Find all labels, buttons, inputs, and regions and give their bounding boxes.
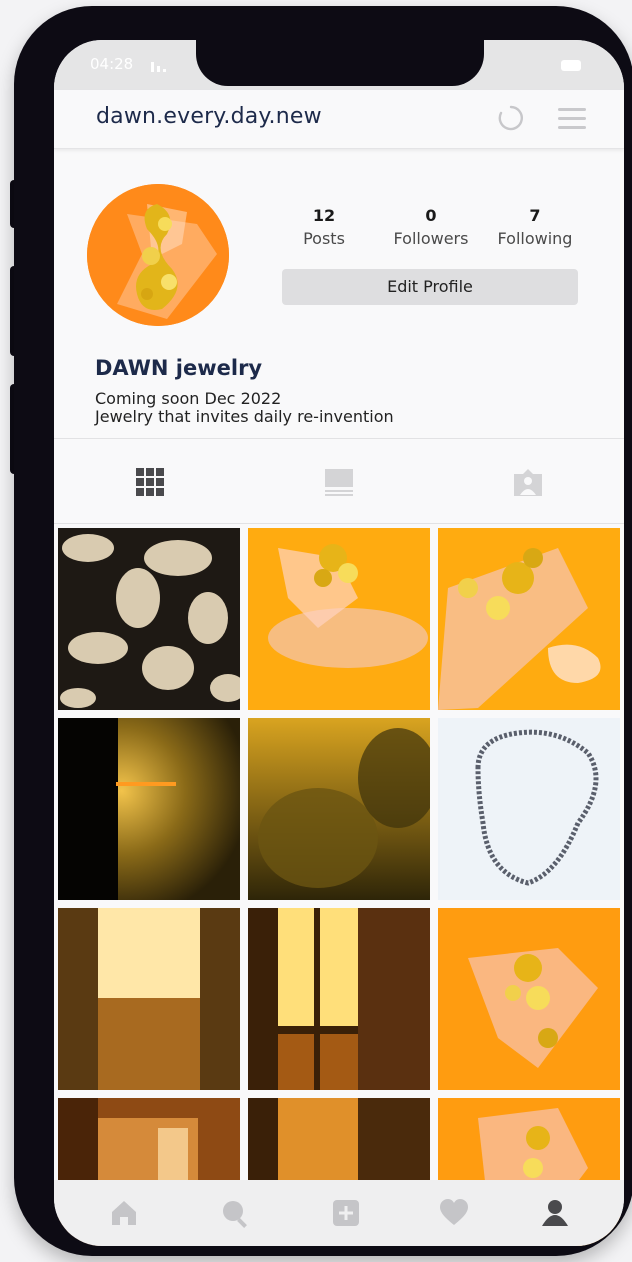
tagged-icon[interactable] (512, 466, 544, 498)
stat-following-label: Following (497, 229, 573, 248)
post-thumbnail[interactable] (438, 908, 620, 1090)
stat-followers-label: Followers (393, 229, 469, 248)
avatar[interactable] (87, 184, 229, 326)
refresh-icon[interactable] (497, 104, 525, 132)
status-time: 04:28 (90, 55, 134, 73)
bio-line-1: Coming soon Dec 2022 (95, 389, 282, 408)
post-thumbnail[interactable] (58, 908, 240, 1090)
signal-icon (151, 60, 169, 72)
post-thumbnail[interactable] (248, 718, 430, 900)
menu-icon[interactable] (558, 108, 586, 130)
ring-render-image (438, 528, 620, 710)
bio-line-2: Jewelry that invites daily re-invention (95, 407, 394, 426)
stat-posts-value: 12 (312, 206, 336, 225)
bottom-navigation (54, 1180, 624, 1246)
phone-screen: 04:28 dawn.every.day.new 12 Posts 0 Foll… (54, 40, 624, 1246)
window-frame-image (248, 908, 430, 1090)
sunlit-leaves-image (248, 718, 430, 900)
stat-posts-label: Posts (303, 229, 345, 248)
post-thumbnail[interactable] (248, 908, 430, 1090)
profile-icon[interactable] (540, 1198, 570, 1228)
phone-frame: 04:28 dawn.every.day.new 12 Posts 0 Foll… (14, 6, 632, 1256)
post-thumbnail[interactable] (248, 528, 430, 710)
shadow-pattern-image (58, 528, 240, 710)
home-icon[interactable] (109, 1198, 139, 1228)
feed-icon[interactable] (323, 466, 355, 498)
post-thumbnail[interactable] (438, 528, 620, 710)
divider (54, 523, 624, 524)
post-thumbnail[interactable] (438, 718, 620, 900)
necklace-sketch-image (438, 718, 620, 900)
pendant-render-image (438, 908, 620, 1090)
search-icon[interactable] (220, 1198, 250, 1228)
stat-following[interactable]: 7 Following (490, 206, 580, 248)
stat-posts[interactable]: 12 Posts (294, 206, 354, 248)
phone-notch (196, 30, 484, 86)
bio: Coming soon Dec 2022 Jewelry that invite… (95, 390, 394, 426)
sunrise-bushes-image (58, 718, 240, 900)
profile-tabs (54, 439, 624, 523)
avatar-jewelry-image (87, 184, 229, 326)
add-post-icon[interactable] (331, 1198, 361, 1228)
battery-icon (561, 60, 581, 71)
username-title: dawn.every.day.new (96, 104, 322, 129)
display-name: DAWN jewelry (95, 356, 263, 380)
post-thumbnail[interactable] (58, 718, 240, 900)
stat-followers[interactable]: 0 Followers (386, 206, 476, 248)
edit-profile-button[interactable]: Edit Profile (282, 269, 578, 305)
heart-icon[interactable] (439, 1198, 469, 1228)
post-thumbnail[interactable] (58, 528, 240, 710)
profile-header: dawn.every.day.new (54, 90, 624, 149)
stat-following-value: 7 (529, 206, 541, 225)
ring-render-image (248, 528, 430, 710)
grid-icon[interactable] (134, 466, 166, 498)
stat-followers-value: 0 (425, 206, 437, 225)
window-sunrise-image (58, 908, 240, 1090)
